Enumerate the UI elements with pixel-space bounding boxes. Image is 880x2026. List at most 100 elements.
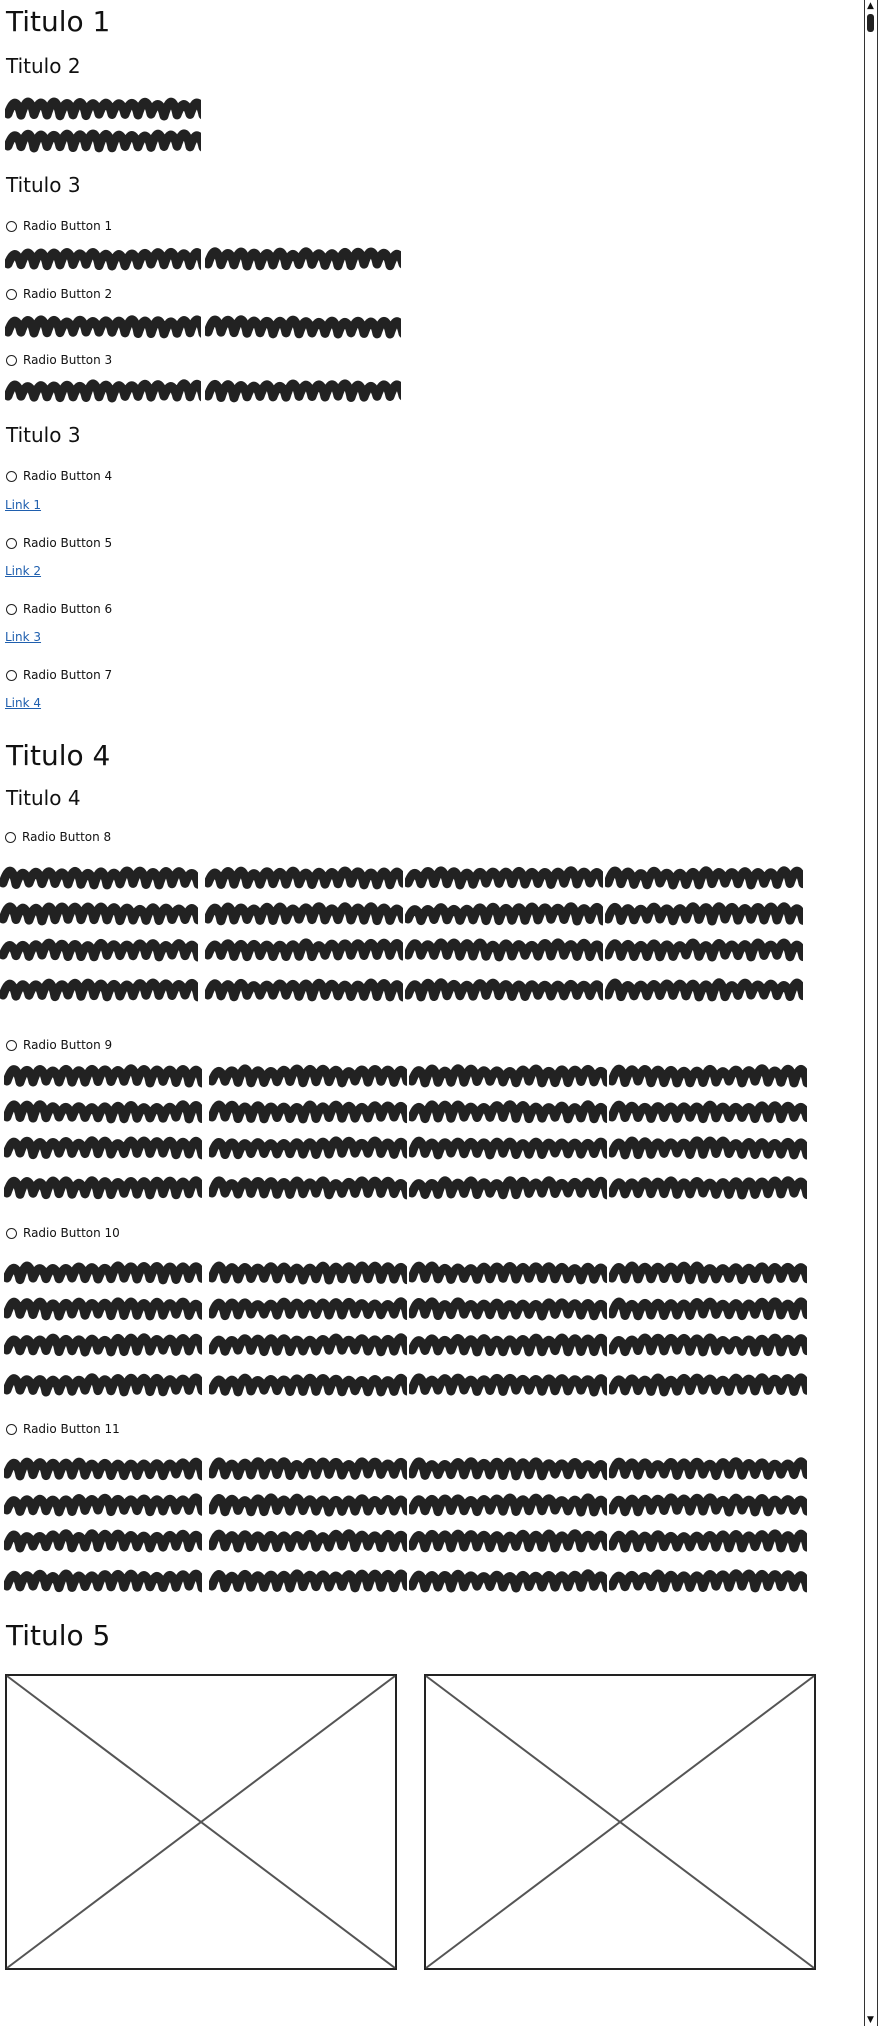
placeholder-text-line — [209, 1333, 407, 1357]
scroll-up-icon[interactable]: ▲ — [865, 0, 876, 12]
radio-button-5[interactable]: Radio Button 5 — [6, 535, 112, 551]
placeholder-text-line — [409, 1333, 607, 1357]
section-title-2: Titulo 2 — [6, 54, 81, 78]
placeholder-text-line — [609, 1297, 807, 1321]
placeholder-text-line — [4, 1529, 202, 1553]
placeholder-text-line — [4, 1064, 202, 1088]
placeholder-text-line — [405, 978, 603, 1002]
placeholder-text-line — [609, 1373, 807, 1397]
scrollbar-thumb[interactable] — [867, 14, 874, 32]
placeholder-text-line — [4, 1176, 202, 1200]
radio-circle-icon — [6, 669, 17, 681]
link-1[interactable]: Link 1 — [5, 497, 41, 513]
radio-circle-icon — [6, 537, 17, 549]
radio-button-3[interactable]: Radio Button 3 — [6, 352, 112, 368]
radio-label: Radio Button 2 — [23, 287, 113, 301]
placeholder-text-line — [209, 1569, 407, 1593]
placeholder-text-line — [209, 1373, 407, 1397]
radio-label: Radio Button 7 — [23, 668, 113, 682]
placeholder-text-line — [4, 1333, 202, 1357]
placeholder-text-line — [209, 1529, 407, 1553]
placeholder-text-line — [605, 978, 803, 1002]
radio-button-4[interactable]: Radio Button 4 — [6, 468, 112, 484]
placeholder-text-line — [209, 1100, 407, 1124]
placeholder-text-grid — [0, 864, 820, 1014]
placeholder-text-line — [4, 1297, 202, 1321]
radio-circle-icon — [6, 1227, 17, 1239]
image-placeholder-icon — [5, 1674, 397, 1970]
radio-button-10[interactable]: Radio Button 10 — [6, 1225, 120, 1241]
placeholder-text-line — [5, 248, 201, 271]
placeholder-text-line — [205, 978, 403, 1002]
radio-label: Radio Button 1 — [23, 219, 113, 233]
placeholder-text-line — [409, 1261, 607, 1285]
link-3[interactable]: Link 3 — [5, 629, 41, 645]
placeholder-text-line — [609, 1529, 807, 1553]
placeholder-text-line — [205, 379, 401, 403]
placeholder-text-line — [405, 902, 603, 926]
scroll-down-icon[interactable]: ▼ — [865, 2014, 876, 2026]
placeholder-text-line — [4, 1569, 202, 1593]
placeholder-text-line — [609, 1457, 807, 1481]
radio-button-8[interactable]: Radio Button 8 — [5, 829, 111, 845]
placeholder-text-line — [5, 379, 201, 403]
radio-button-1[interactable]: Radio Button 1 — [6, 218, 112, 234]
placeholder-text-line — [409, 1569, 607, 1593]
placeholder-text-line — [409, 1529, 607, 1553]
placeholder-text-line — [409, 1064, 607, 1088]
placeholder-text-line — [209, 1136, 407, 1160]
placeholder-text-line — [609, 1569, 807, 1593]
placeholder-text-line — [609, 1493, 807, 1517]
placeholder-text-line — [205, 247, 401, 271]
placeholder-text-line — [605, 902, 803, 926]
radio-circle-icon — [6, 470, 17, 482]
placeholder-text-line — [609, 1136, 807, 1160]
section-title-3a: Titulo 3 — [6, 173, 81, 197]
placeholder-text-line — [205, 866, 403, 890]
vertical-scrollbar[interactable]: ▲ ▼ — [864, 0, 878, 2026]
placeholder-text-line — [4, 1457, 202, 1481]
placeholder-text-line — [209, 1176, 407, 1200]
radio-circle-icon — [5, 831, 16, 843]
placeholder-text-line — [4, 1493, 202, 1517]
radio-circle-icon — [6, 220, 17, 232]
placeholder-text-line — [4, 1261, 202, 1285]
radio-circle-icon — [6, 1423, 17, 1435]
radio-button-9[interactable]: Radio Button 9 — [6, 1037, 112, 1053]
placeholder-text-line — [409, 1297, 607, 1321]
radio-button-7[interactable]: Radio Button 7 — [6, 667, 112, 683]
section-title-5: Titulo 5 — [6, 1619, 111, 1652]
radio-button-11[interactable]: Radio Button 11 — [6, 1421, 120, 1437]
placeholder-text-line — [209, 1297, 407, 1321]
image-placeholder-icon — [424, 1674, 816, 1970]
radio-label: Radio Button 3 — [23, 353, 113, 367]
radio-circle-icon — [6, 1039, 17, 1051]
radio-label: Radio Button 8 — [22, 830, 112, 844]
section-title-4-large: Titulo 4 — [6, 739, 111, 772]
link-4[interactable]: Link 4 — [5, 695, 41, 711]
placeholder-text-line — [405, 938, 603, 962]
placeholder-text-line — [209, 1493, 407, 1517]
placeholder-text-line — [205, 938, 403, 962]
radio-button-2[interactable]: Radio Button 2 — [6, 286, 112, 302]
placeholder-text-line — [0, 902, 198, 926]
placeholder-text-line — [409, 1136, 607, 1160]
placeholder-text-line — [605, 938, 803, 962]
radio-circle-icon — [6, 354, 17, 366]
placeholder-text-line — [405, 866, 603, 890]
placeholder-text-line — [409, 1493, 607, 1517]
radio-circle-icon — [6, 603, 17, 615]
page-title: Titulo 1 — [6, 5, 111, 38]
placeholder-text-line — [205, 902, 403, 926]
placeholder-text-line — [0, 866, 198, 890]
placeholder-text-line — [205, 315, 401, 339]
link-2[interactable]: Link 2 — [5, 563, 41, 579]
placeholder-text-line — [409, 1457, 607, 1481]
radio-label: Radio Button 4 — [23, 469, 113, 483]
placeholder-text-line — [609, 1176, 807, 1200]
radio-button-6[interactable]: Radio Button 6 — [6, 601, 112, 617]
placeholder-text-line — [609, 1064, 807, 1088]
placeholder-text-line — [609, 1100, 807, 1124]
radio-label: Radio Button 10 — [23, 1226, 120, 1240]
placeholder-text-line — [5, 129, 201, 153]
